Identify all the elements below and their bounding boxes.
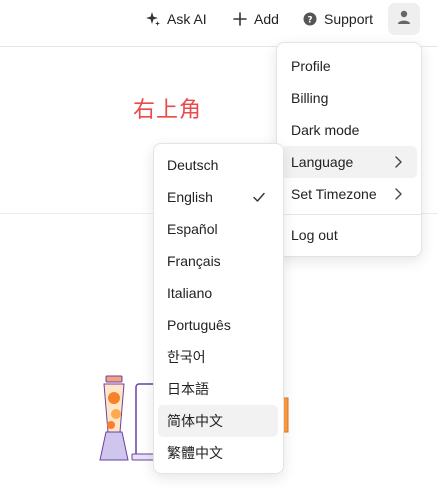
page: Ask AI Add ? Support 右上角 Profile Billing… [0, 0, 438, 499]
language-label: 繁體中文 [167, 446, 223, 462]
language-label: Português [167, 317, 231, 333]
language-submenu: Deutsch English Español Français Italian… [153, 143, 284, 474]
language-option-espanol[interactable]: Español [158, 213, 278, 245]
add-label: Add [254, 11, 279, 27]
sparkle-icon [145, 11, 161, 27]
add-button[interactable]: Add [232, 7, 279, 31]
language-label: English [167, 189, 213, 205]
svg-text:?: ? [307, 16, 312, 26]
plus-icon [232, 11, 248, 27]
language-label: Italiano [167, 285, 213, 301]
support-button[interactable]: ? Support [302, 7, 373, 31]
language-option-japanese[interactable]: 日本語 [158, 373, 278, 405]
menu-item-dark-mode[interactable]: Dark mode [281, 114, 417, 146]
menu-item-set-timezone[interactable]: Set Timezone [281, 178, 417, 210]
support-label: Support [324, 11, 374, 27]
ask-ai-button[interactable]: Ask AI [145, 7, 207, 31]
language-label: 简体中文 [167, 414, 223, 430]
menu-item-language[interactable]: Language [281, 146, 417, 178]
checkmark-icon [252, 190, 266, 204]
help-circle-icon: ? [302, 11, 318, 27]
language-label: 한국어 [167, 350, 206, 366]
language-label: Deutsch [167, 157, 219, 173]
language-label: Español [167, 221, 218, 237]
language-label: 日本語 [167, 382, 209, 398]
language-option-francais[interactable]: Français [158, 245, 278, 277]
menu-item-label: Log out [291, 227, 338, 243]
menu-item-label: Language [291, 154, 354, 170]
menu-item-label: Billing [291, 90, 329, 106]
user-icon [396, 9, 412, 30]
top-toolbar: Ask AI Add ? Support [0, 0, 438, 47]
menu-item-profile[interactable]: Profile [281, 50, 417, 82]
corner-label: 右上角 [133, 98, 203, 123]
language-option-traditional-chinese[interactable]: 繁體中文 [158, 437, 278, 469]
language-option-deutsch[interactable]: Deutsch [158, 149, 278, 181]
menu-item-label: Set Timezone [291, 186, 377, 202]
profile-menu: Profile Billing Dark mode Language Set T… [276, 42, 422, 257]
language-option-italiano[interactable]: Italiano [158, 277, 278, 309]
menu-item-label: Dark mode [291, 122, 360, 138]
language-label: Français [167, 253, 221, 269]
menu-item-label: Profile [291, 58, 331, 74]
language-option-portugues[interactable]: Português [158, 309, 278, 341]
ask-ai-label: Ask AI [167, 11, 207, 27]
menu-item-billing[interactable]: Billing [281, 82, 417, 114]
menu-item-log-out[interactable]: Log out [281, 219, 417, 251]
menu-separator [277, 214, 421, 215]
language-option-english[interactable]: English [158, 181, 278, 213]
chevron-right-icon [393, 187, 405, 201]
chevron-right-icon [393, 155, 405, 169]
language-option-korean[interactable]: 한국어 [158, 341, 278, 373]
user-avatar-button[interactable] [388, 3, 420, 35]
language-option-simplified-chinese[interactable]: 简体中文 [158, 405, 278, 437]
